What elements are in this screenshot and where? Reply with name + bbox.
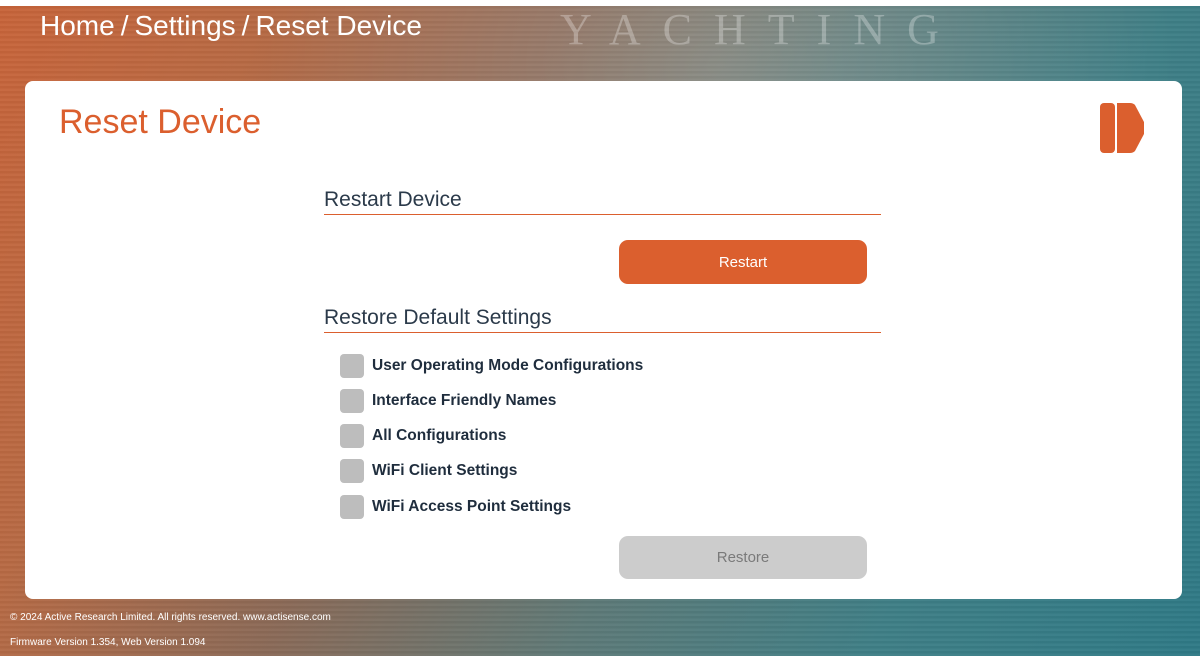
checkbox[interactable] [340, 495, 364, 519]
option-wifi-client-settings: WiFi Client Settings [340, 459, 517, 483]
footer-versions: Firmware Version 1.354, Web Version 1.09… [10, 637, 206, 648]
option-label: Interface Friendly Names [372, 392, 557, 409]
breadcrumb: Home / Settings / Reset Device [40, 10, 422, 42]
restart-section-title: Restart Device [324, 188, 881, 215]
option-all-configurations: All Configurations [340, 424, 506, 448]
restart-button[interactable]: Restart [619, 240, 867, 284]
checkbox[interactable] [340, 459, 364, 483]
background-watermark: YACHTING [560, 5, 961, 54]
footer-copyright: © 2024 Active Research Limited. All righ… [10, 612, 331, 623]
checkbox[interactable] [340, 389, 364, 413]
restore-section-title: Restore Default Settings [324, 306, 881, 333]
breadcrumb-current: Reset Device [255, 10, 422, 41]
breadcrumb-separator: / [120, 10, 129, 41]
k-logo-icon [1100, 103, 1144, 153]
reset-device-card: Reset Device Restart Device Restart Rest… [25, 81, 1182, 599]
breadcrumb-home[interactable]: Home [40, 10, 115, 42]
option-label: User Operating Mode Configurations [372, 357, 644, 374]
restore-button[interactable]: Restore [619, 536, 867, 579]
checkbox[interactable] [340, 354, 364, 378]
option-interface-friendly-names: Interface Friendly Names [340, 389, 556, 413]
option-label: All Configurations [372, 427, 507, 444]
option-label: WiFi Access Point Settings [372, 498, 572, 515]
breadcrumb-separator: / [241, 10, 250, 41]
option-user-operating-mode: User Operating Mode Configurations [340, 354, 643, 378]
page-title: Reset Device [59, 103, 262, 141]
option-wifi-access-point-settings: WiFi Access Point Settings [340, 495, 571, 519]
option-label: WiFi Client Settings [372, 462, 518, 479]
checkbox[interactable] [340, 424, 364, 448]
breadcrumb-settings[interactable]: Settings [134, 10, 235, 42]
